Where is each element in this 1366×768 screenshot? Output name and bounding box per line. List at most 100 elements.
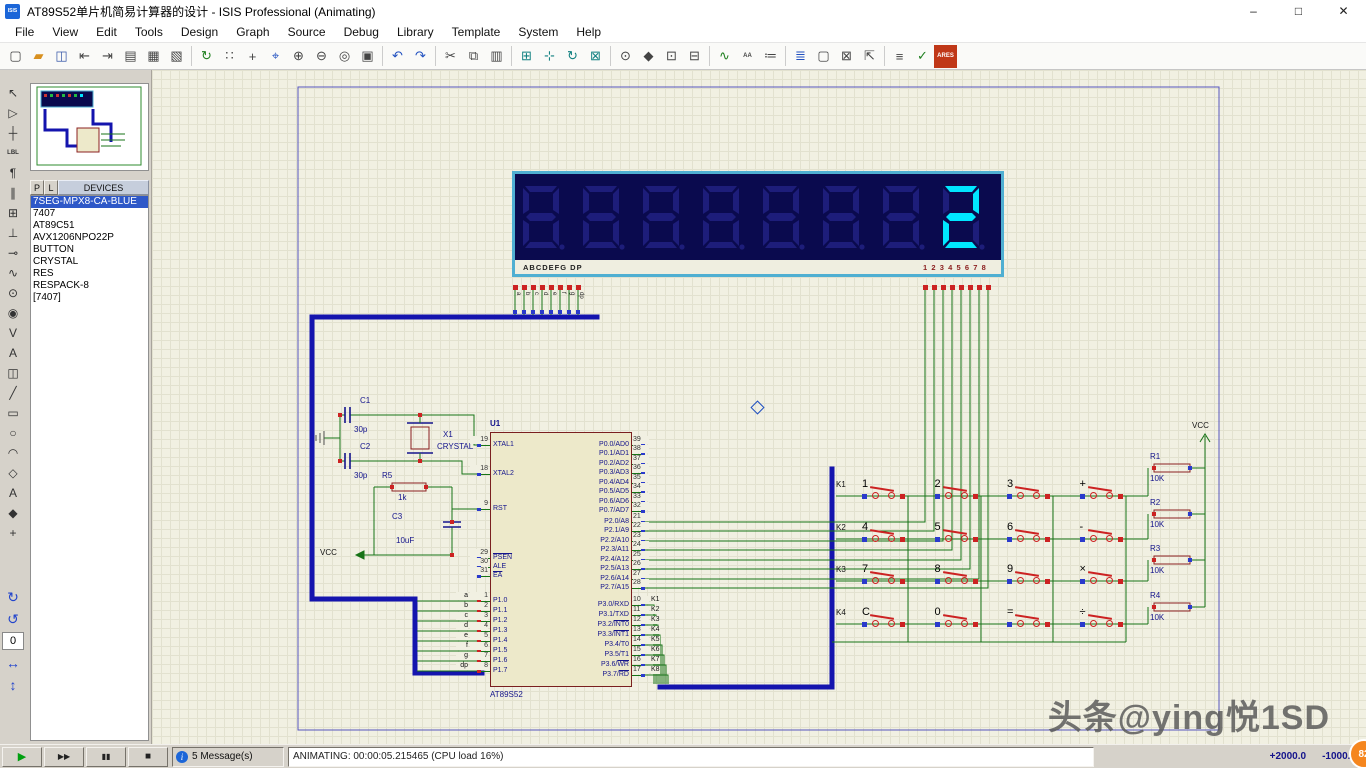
2d-box-mode-button[interactable]: ▭ bbox=[3, 403, 24, 423]
resistor-ref[interactable]: R2 bbox=[1150, 498, 1160, 507]
keypad-button-minus[interactable]: - bbox=[1074, 523, 1144, 563]
keypad-button-0[interactable]: 0 bbox=[929, 608, 999, 648]
resistor-ref[interactable]: R3 bbox=[1150, 544, 1160, 553]
subcircuit-mode-button[interactable]: ⊞ bbox=[3, 203, 24, 223]
wire-autorouter-button[interactable]: ∿ bbox=[713, 45, 736, 68]
tape-recorder-mode-button[interactable]: ⊙ bbox=[3, 283, 24, 303]
component-mode-button[interactable]: ▷ bbox=[3, 103, 24, 123]
menu-item-edit[interactable]: Edit bbox=[87, 23, 126, 41]
schematic-canvas[interactable]: ABCDEFG DP 12345678 U1 AT89S52 C1 30p C2… bbox=[152, 70, 1366, 744]
keypad-button-2[interactable]: 2 bbox=[929, 480, 999, 520]
mirror-y-button[interactable]: ↕ bbox=[3, 674, 24, 696]
keypad-button-5[interactable]: 5 bbox=[929, 523, 999, 563]
wire-label-mode-button[interactable]: LBL bbox=[3, 143, 24, 163]
make-device-button[interactable]: ◆ bbox=[637, 45, 660, 68]
mirror-x-button[interactable]: ↔ bbox=[3, 652, 24, 674]
print-button[interactable]: ▤ bbox=[119, 45, 142, 68]
keypad-button-9[interactable]: 9 bbox=[1001, 565, 1071, 605]
menu-item-debug[interactable]: Debug bbox=[335, 23, 388, 41]
2d-arc-mode-button[interactable]: ◠ bbox=[3, 443, 24, 463]
search-and-tag-button[interactable]: AA bbox=[736, 45, 759, 68]
exit-to-parent-button[interactable]: ⇱ bbox=[858, 45, 881, 68]
packaging-tool-button[interactable]: ⊡ bbox=[660, 45, 683, 68]
zoom-out-button[interactable]: ⊖ bbox=[310, 45, 333, 68]
keypad-button-6[interactable]: 6 bbox=[1001, 523, 1071, 563]
text-script-mode-button[interactable]: ¶ bbox=[3, 163, 24, 183]
device-item[interactable]: [7407] bbox=[31, 292, 148, 304]
2d-symbols-mode-button[interactable]: ◆ bbox=[3, 503, 24, 523]
c3-ref[interactable]: C3 bbox=[392, 512, 402, 521]
export-section-button[interactable]: ⇥ bbox=[96, 45, 119, 68]
selection-mode-button[interactable]: ↖ bbox=[3, 83, 24, 103]
x1-ref[interactable]: X1 bbox=[443, 430, 453, 439]
rotate-anticlockwise-button[interactable]: ↺ bbox=[3, 608, 24, 630]
menu-item-graph[interactable]: Graph bbox=[227, 23, 278, 41]
close-button[interactable]: ✕ bbox=[1321, 0, 1366, 22]
zoom-all-button[interactable]: ◎ bbox=[333, 45, 356, 68]
stop-button[interactable]: ■ bbox=[128, 747, 168, 767]
pick-parts-button[interactable]: ⊙ bbox=[614, 45, 637, 68]
keypad-button-4[interactable]: 4 bbox=[856, 523, 926, 563]
device-item[interactable]: 7407 bbox=[31, 208, 148, 220]
menu-item-design[interactable]: Design bbox=[172, 23, 227, 41]
center-at-cursor-button[interactable]: ⌖ bbox=[264, 45, 287, 68]
zoom-in-button[interactable]: ⊕ bbox=[287, 45, 310, 68]
new-design-button[interactable]: ▢ bbox=[4, 45, 27, 68]
menu-item-tools[interactable]: Tools bbox=[126, 23, 172, 41]
2d-markers-mode-button[interactable]: + bbox=[3, 523, 24, 543]
import-section-button[interactable]: ⇤ bbox=[73, 45, 96, 68]
library-manager-button[interactable]: L bbox=[44, 180, 58, 195]
menu-item-library[interactable]: Library bbox=[388, 23, 443, 41]
redo-button[interactable]: ↷ bbox=[409, 45, 432, 68]
block-delete-button[interactable]: ⊠ bbox=[584, 45, 607, 68]
virtual-instruments-mode-button[interactable]: ◫ bbox=[3, 363, 24, 383]
pause-button[interactable]: ▮▮ bbox=[86, 747, 126, 767]
property-assignment-button[interactable]: ≔ bbox=[759, 45, 782, 68]
save-design-button[interactable]: ◫ bbox=[50, 45, 73, 68]
2d-text-mode-button[interactable]: A bbox=[3, 483, 24, 503]
terminals-mode-button[interactable]: ⊥ bbox=[3, 223, 24, 243]
menu-item-system[interactable]: System bbox=[509, 23, 567, 41]
redraw-button[interactable]: ↻ bbox=[195, 45, 218, 68]
keypad-button-3[interactable]: 3 bbox=[1001, 480, 1071, 520]
mark-output-area-button[interactable]: ▦ bbox=[142, 45, 165, 68]
rotate-clockwise-button[interactable]: ↻ bbox=[3, 586, 24, 608]
cut-button[interactable]: ✂ bbox=[439, 45, 462, 68]
electrical-rule-check-button[interactable]: ✓ bbox=[911, 45, 934, 68]
menu-item-source[interactable]: Source bbox=[279, 23, 335, 41]
menu-item-view[interactable]: View bbox=[43, 23, 87, 41]
play-button[interactable]: ▶ bbox=[2, 747, 42, 767]
device-item[interactable]: CRYSTAL bbox=[31, 256, 148, 268]
menu-item-file[interactable]: File bbox=[6, 23, 43, 41]
device-pins-mode-button[interactable]: ⊸ bbox=[3, 243, 24, 263]
copy-button[interactable]: ⧉ bbox=[462, 45, 485, 68]
zoom-area-button[interactable]: ▣ bbox=[356, 45, 379, 68]
minimize-button[interactable]: – bbox=[1231, 0, 1276, 22]
device-item[interactable]: RESPACK-8 bbox=[31, 280, 148, 292]
c2-ref[interactable]: C2 bbox=[360, 442, 370, 451]
undo-button[interactable]: ↶ bbox=[386, 45, 409, 68]
false-origin-button[interactable]: + bbox=[241, 45, 264, 68]
block-move-button[interactable]: ⊹ bbox=[538, 45, 561, 68]
open-design-button[interactable]: ▰ bbox=[27, 45, 50, 68]
keypad-button-multiply[interactable]: × bbox=[1074, 565, 1144, 605]
c1-ref[interactable]: C1 bbox=[360, 396, 370, 405]
schematic-overview-thumbnail[interactable] bbox=[30, 83, 149, 171]
toggle-grid-button[interactable]: ∷ bbox=[218, 45, 241, 68]
export-graphics-button[interactable]: ▧ bbox=[165, 45, 188, 68]
keypad-button-7[interactable]: 7 bbox=[856, 565, 926, 605]
keypad-button-equals[interactable]: = bbox=[1001, 608, 1071, 648]
message-panel[interactable]: i 5 Message(s) bbox=[172, 747, 284, 767]
paste-button[interactable]: ▥ bbox=[485, 45, 508, 68]
keypad-button-divide[interactable]: ÷ bbox=[1074, 608, 1144, 648]
block-rotate-button[interactable]: ↻ bbox=[561, 45, 584, 68]
menu-item-help[interactable]: Help bbox=[567, 23, 610, 41]
menu-item-template[interactable]: Template bbox=[443, 23, 510, 41]
resistor-ref[interactable]: R4 bbox=[1150, 591, 1160, 600]
2d-path-mode-button[interactable]: ◇ bbox=[3, 463, 24, 483]
junction-dot-mode-button[interactable]: ┼ bbox=[3, 123, 24, 143]
device-list[interactable]: 7SEG-MPX8-CA-BLUE7407AT89C51AVX1206NPO22… bbox=[30, 195, 149, 741]
device-item[interactable]: RES bbox=[31, 268, 148, 280]
graph-mode-button[interactable]: ∿ bbox=[3, 263, 24, 283]
keypad-button-plus[interactable]: + bbox=[1074, 480, 1144, 520]
